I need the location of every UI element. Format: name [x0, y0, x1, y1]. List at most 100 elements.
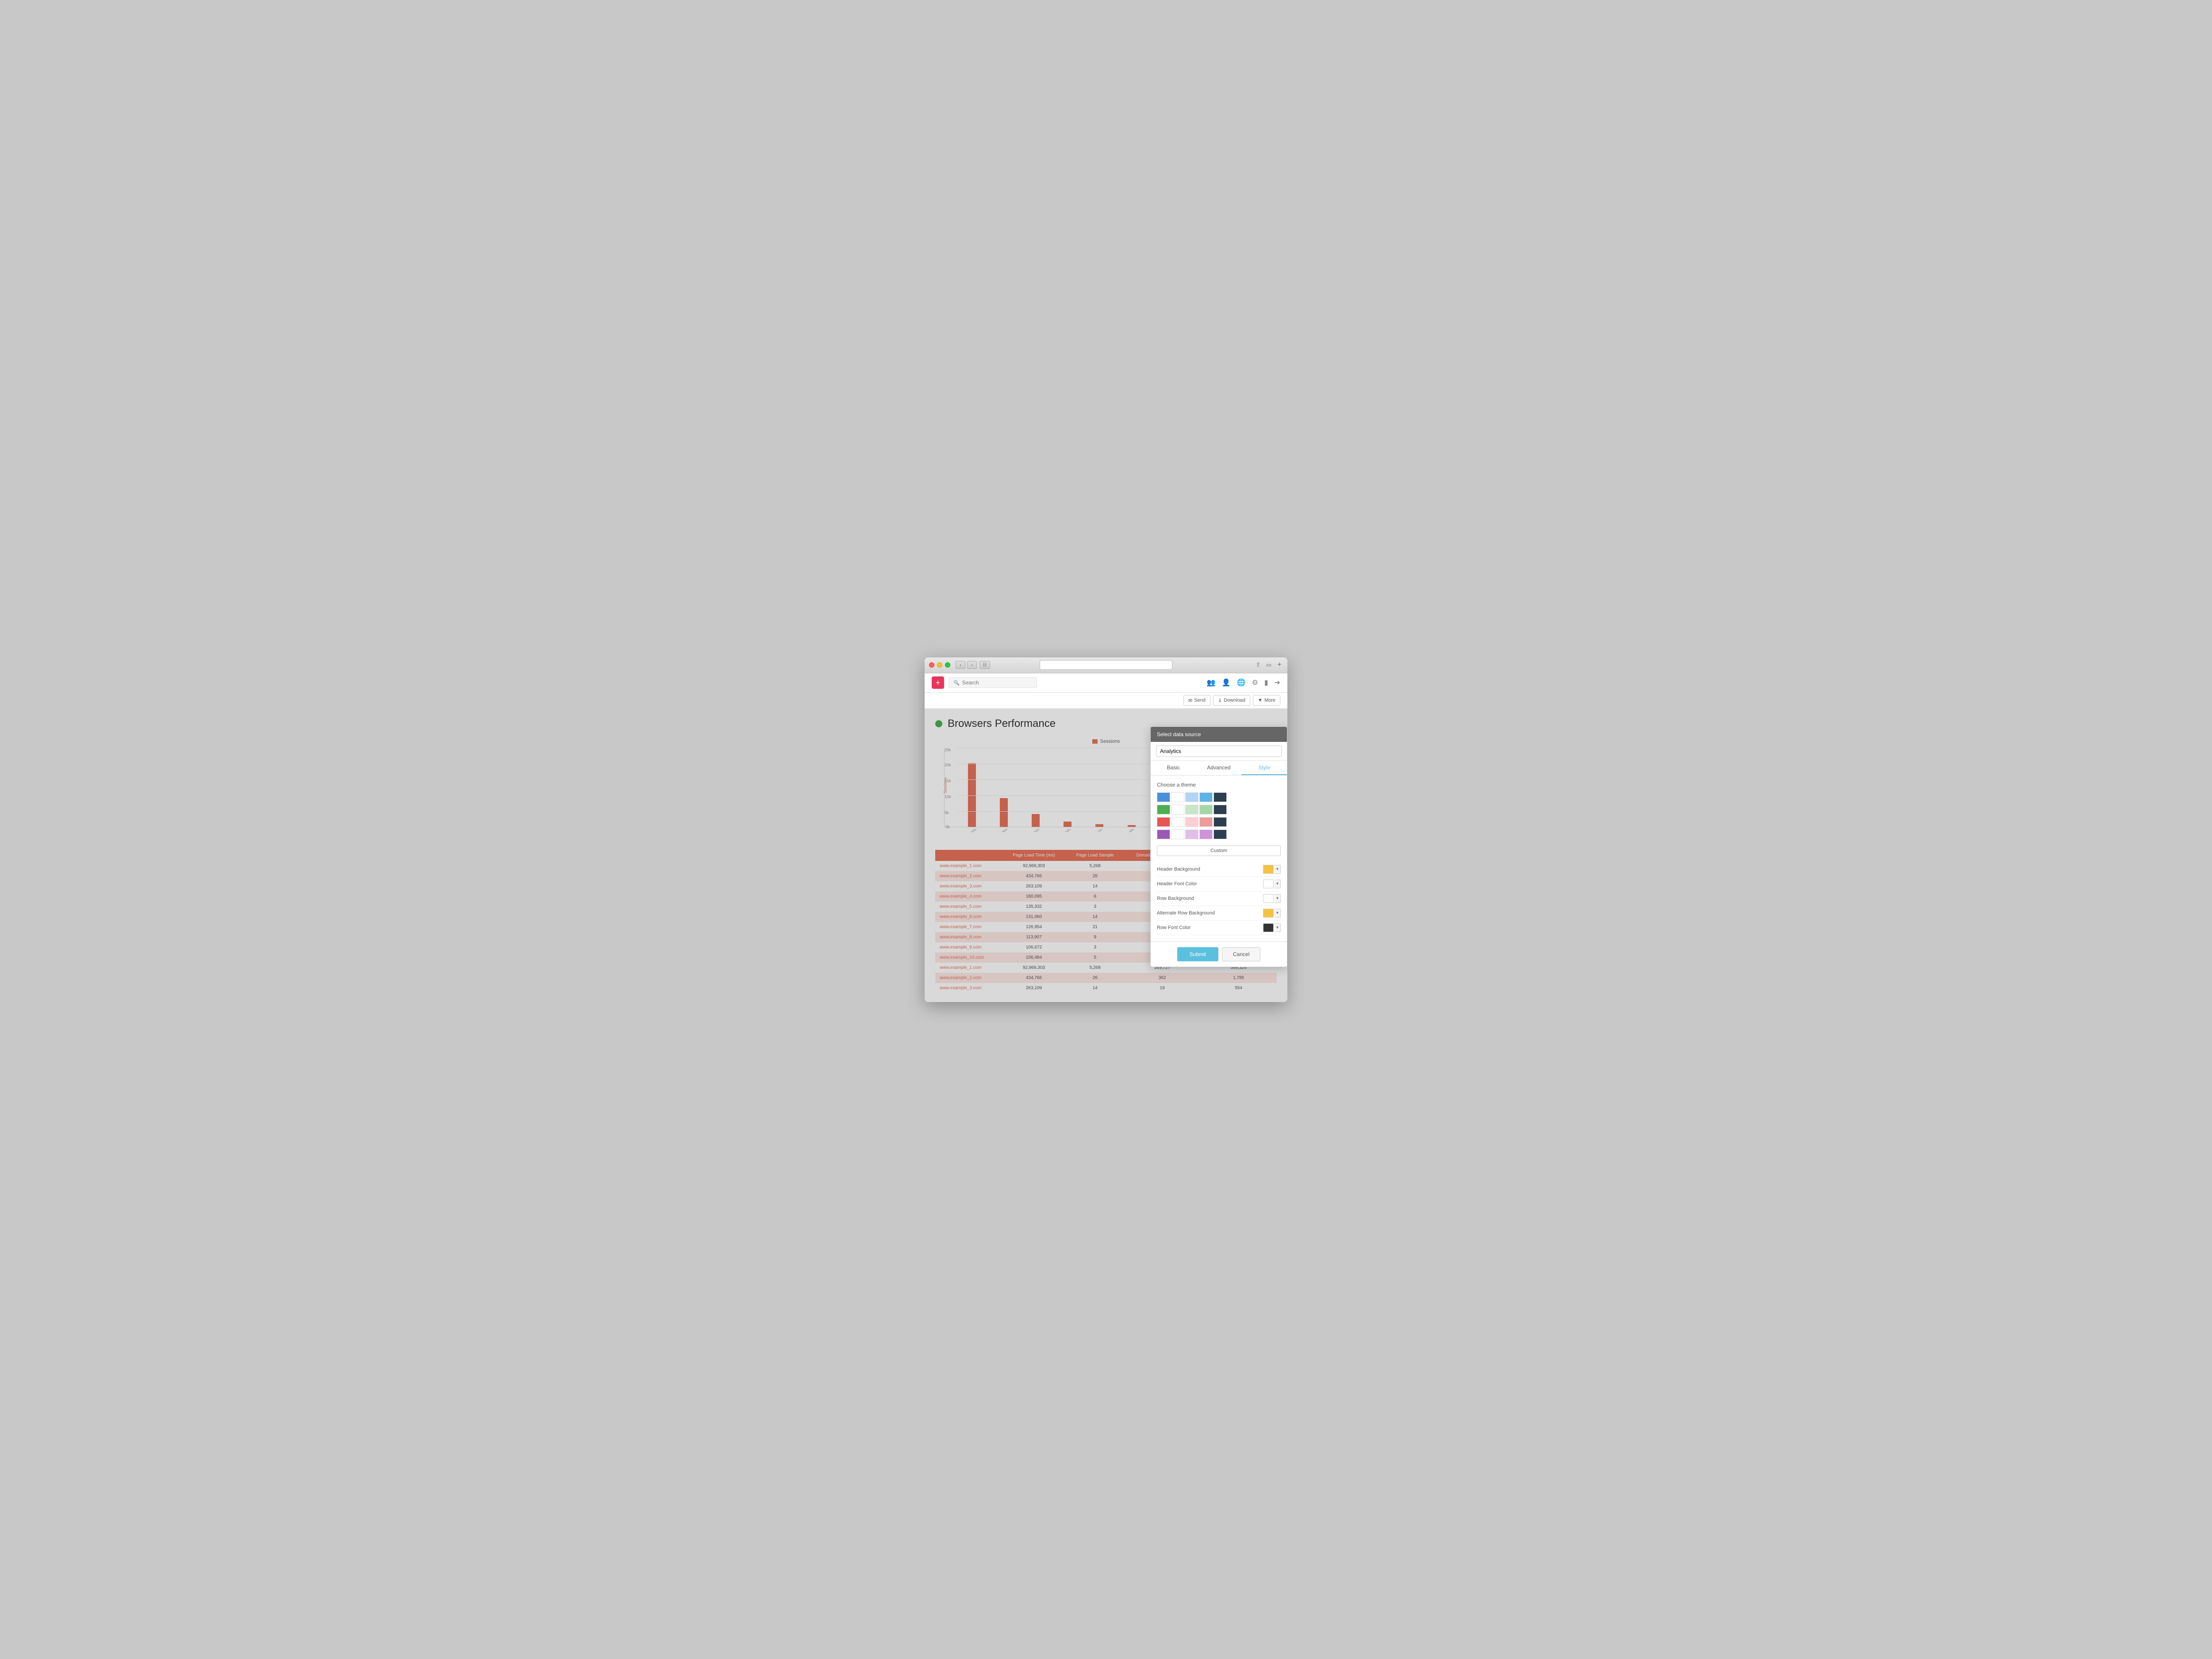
back-button[interactable]: ‹: [956, 661, 965, 669]
modal-body: Choose a theme: [1151, 776, 1287, 941]
more-icon: ▼: [1258, 698, 1263, 703]
user-icon[interactable]: 👤: [1222, 678, 1231, 687]
action-bar: ✉ Send ⇓ Download ▼ More: [925, 693, 1287, 709]
traffic-lights: [929, 662, 950, 668]
theme-4-swatch-1[interactable]: [1157, 830, 1170, 839]
alt-row-bg-picker[interactable]: ▼: [1263, 909, 1281, 918]
color-option-header-font: Header Font Color ▼: [1157, 877, 1281, 891]
theme-3-swatch-5[interactable]: [1214, 817, 1227, 827]
theme-row-2: [1157, 805, 1281, 814]
theme-1-swatch-5[interactable]: [1214, 792, 1227, 802]
title-bar: ‹ › ☷ ⇧ ▭ +: [925, 657, 1287, 673]
close-button[interactable]: [929, 662, 934, 668]
app-toolbar: + 🔍 👥 👤 🌐 ⚙ ▮ ➜: [925, 673, 1287, 693]
theme-row-1: [1157, 792, 1281, 802]
modal-overlay: Select data source Analytics Basic Advan…: [925, 709, 1287, 1002]
alt-row-bg-arrow[interactable]: ▼: [1275, 909, 1281, 918]
theme-2-swatch-2[interactable]: [1171, 805, 1184, 814]
theme-1-swatch-3[interactable]: [1185, 792, 1198, 802]
theme-2-swatch-5[interactable]: [1214, 805, 1227, 814]
datasource-select[interactable]: Analytics: [1156, 745, 1282, 757]
theme-4-swatch-5[interactable]: [1214, 830, 1227, 839]
row-bg-label: Row Background: [1157, 896, 1194, 901]
row-font-label: Row Font Color: [1157, 925, 1190, 930]
row-bg-swatch[interactable]: [1263, 894, 1274, 903]
download-icon: ⇓: [1218, 698, 1222, 703]
cancel-button[interactable]: Cancel: [1222, 947, 1260, 961]
tabs-icon[interactable]: ▭: [1265, 661, 1272, 668]
alt-row-bg-label: Alternate Row Background: [1157, 910, 1215, 916]
download-button[interactable]: ⇓ Download: [1213, 695, 1250, 706]
custom-theme-button[interactable]: Custom: [1157, 845, 1281, 856]
color-option-row-bg: Row Background ▼: [1157, 891, 1281, 906]
row-bg-picker[interactable]: ▼: [1263, 894, 1281, 903]
sidebar-toggle[interactable]: ☷: [979, 661, 990, 669]
row-font-swatch[interactable]: [1263, 923, 1274, 932]
tab-basic[interactable]: Basic: [1151, 761, 1196, 775]
modal-panel: Select data source Analytics Basic Advan…: [1150, 726, 1287, 967]
theme-3-swatch-3[interactable]: [1185, 817, 1198, 827]
tab-style[interactable]: Style: [1241, 761, 1287, 775]
share-icon[interactable]: ⇧: [1255, 661, 1262, 668]
theme-3-swatch-1[interactable]: [1157, 817, 1170, 827]
browser-window: ‹ › ☷ ⇧ ▭ + + 🔍 👥 👤 🌐 ⚙ ▮ ➜ ✉ Send: [925, 657, 1287, 1002]
color-option-alt-row-bg: Alternate Row Background ▼: [1157, 906, 1281, 921]
alt-row-bg-swatch[interactable]: [1263, 909, 1274, 918]
forward-button[interactable]: ›: [967, 661, 977, 669]
modal-header: Select data source: [1151, 727, 1287, 742]
header-font-arrow[interactable]: ▼: [1275, 879, 1281, 888]
send-icon: ✉: [1188, 698, 1192, 703]
main-content: Browsers Performance Sessions Sessions 2…: [925, 709, 1287, 1002]
row-font-picker[interactable]: ▼: [1263, 923, 1281, 932]
header-font-picker[interactable]: ▼: [1263, 879, 1281, 888]
modal-footer: Submit Cancel: [1151, 941, 1287, 967]
row-font-arrow[interactable]: ▼: [1275, 923, 1281, 932]
theme-4-swatch-4[interactable]: [1199, 830, 1213, 839]
globe-icon[interactable]: 🌐: [1237, 678, 1246, 687]
theme-row-3: [1157, 817, 1281, 827]
new-tab-button[interactable]: +: [1276, 661, 1283, 668]
users-icon[interactable]: 👥: [1207, 678, 1216, 687]
theme-2-swatch-3[interactable]: [1185, 805, 1198, 814]
url-bar[interactable]: [1040, 660, 1172, 670]
logout-icon[interactable]: ➜: [1275, 678, 1280, 687]
theme-3-swatch-2[interactable]: [1171, 817, 1184, 827]
header-bg-swatch[interactable]: [1263, 865, 1274, 874]
theme-section-label: Choose a theme: [1157, 782, 1281, 788]
minimize-button[interactable]: [937, 662, 942, 668]
search-input[interactable]: [962, 680, 1032, 686]
header-bg-picker[interactable]: ▼: [1263, 865, 1281, 874]
plus-button[interactable]: +: [932, 676, 944, 689]
color-option-row-font: Row Font Color ▼: [1157, 921, 1281, 935]
color-option-header-bg: Header Background ▼: [1157, 862, 1281, 877]
theme-row-4: [1157, 830, 1281, 839]
header-bg-label: Header Background: [1157, 867, 1200, 872]
header-font-swatch[interactable]: [1263, 879, 1274, 888]
header-font-label: Header Font Color: [1157, 881, 1197, 887]
header-bg-arrow[interactable]: ▼: [1275, 865, 1281, 874]
tab-advanced[interactable]: Advanced: [1196, 761, 1242, 775]
theme-1-swatch-2[interactable]: [1171, 792, 1184, 802]
settings-icon[interactable]: ⚙: [1252, 678, 1258, 687]
theme-grid: [1157, 792, 1281, 839]
modal-tabs: Basic Advanced Style: [1151, 761, 1287, 776]
datasource-row: Analytics: [1151, 742, 1287, 761]
theme-2-swatch-4[interactable]: [1199, 805, 1213, 814]
theme-4-swatch-2[interactable]: [1171, 830, 1184, 839]
theme-1-swatch-4[interactable]: [1199, 792, 1213, 802]
theme-2-swatch-1[interactable]: [1157, 805, 1170, 814]
card-icon[interactable]: ▮: [1264, 678, 1268, 687]
submit-button[interactable]: Submit: [1177, 947, 1218, 961]
more-button[interactable]: ▼ More: [1253, 695, 1280, 706]
maximize-button[interactable]: [945, 662, 950, 668]
theme-1-swatch-1[interactable]: [1157, 792, 1170, 802]
row-bg-arrow[interactable]: ▼: [1275, 894, 1281, 903]
theme-4-swatch-3[interactable]: [1185, 830, 1198, 839]
search-icon: 🔍: [953, 680, 960, 686]
search-box[interactable]: 🔍: [949, 677, 1037, 688]
title-bar-right: ⇧ ▭ +: [1255, 661, 1283, 668]
theme-3-swatch-4[interactable]: [1199, 817, 1213, 827]
send-button[interactable]: ✉ Send: [1183, 695, 1210, 706]
nav-buttons: ‹ ›: [956, 661, 977, 669]
modal-title: Select data source: [1157, 731, 1201, 737]
